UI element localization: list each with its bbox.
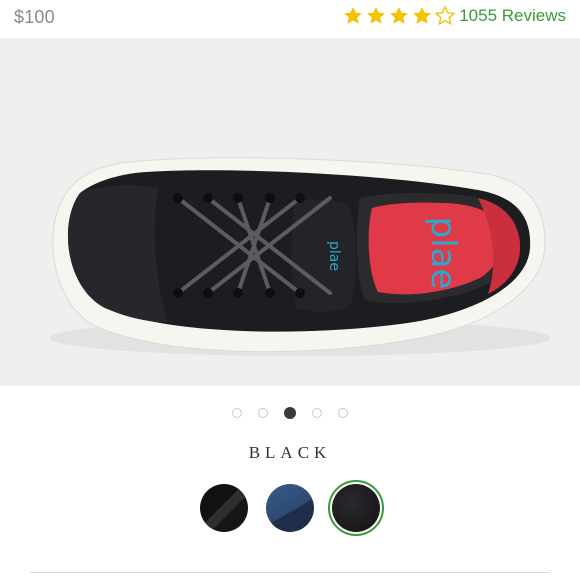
star-filled-icon — [413, 7, 432, 24]
gallery-dot[interactable] — [232, 408, 242, 418]
gallery-dot[interactable] — [312, 408, 322, 418]
gallery-dot[interactable] — [338, 408, 348, 418]
swatch-black[interactable] — [328, 480, 384, 536]
gallery-dot[interactable] — [258, 408, 268, 418]
swatch-navy-blue[interactable] — [262, 480, 318, 536]
svg-text:plae: plae — [423, 217, 463, 290]
selected-color-label: BLACK — [248, 443, 332, 462]
rating-stars — [342, 5, 457, 27]
gallery-dot-active[interactable] — [284, 407, 296, 419]
swatch-black-textured-fill — [200, 484, 248, 532]
swatch-navy-blue-fill — [266, 484, 314, 532]
star-filled-icon — [367, 7, 386, 24]
reviews-link[interactable]: 1055 Reviews — [459, 6, 566, 26]
product-image[interactable]: plae plae — [0, 38, 580, 386]
swatch-black-fill — [332, 484, 380, 532]
star-filled-icon — [390, 7, 409, 24]
divider — [30, 572, 550, 573]
gallery-pagination — [0, 407, 580, 419]
swatch-black-textured[interactable] — [196, 480, 252, 536]
svg-text:plae: plae — [326, 241, 342, 271]
star-outline-icon — [434, 5, 456, 26]
color-swatches — [0, 480, 580, 536]
price-label: $100 — [14, 7, 55, 27]
star-filled-icon — [344, 7, 363, 24]
sneaker-illustration: plae plae — [50, 157, 550, 356]
rating-summary[interactable]: 1055 Reviews — [342, 4, 566, 28]
